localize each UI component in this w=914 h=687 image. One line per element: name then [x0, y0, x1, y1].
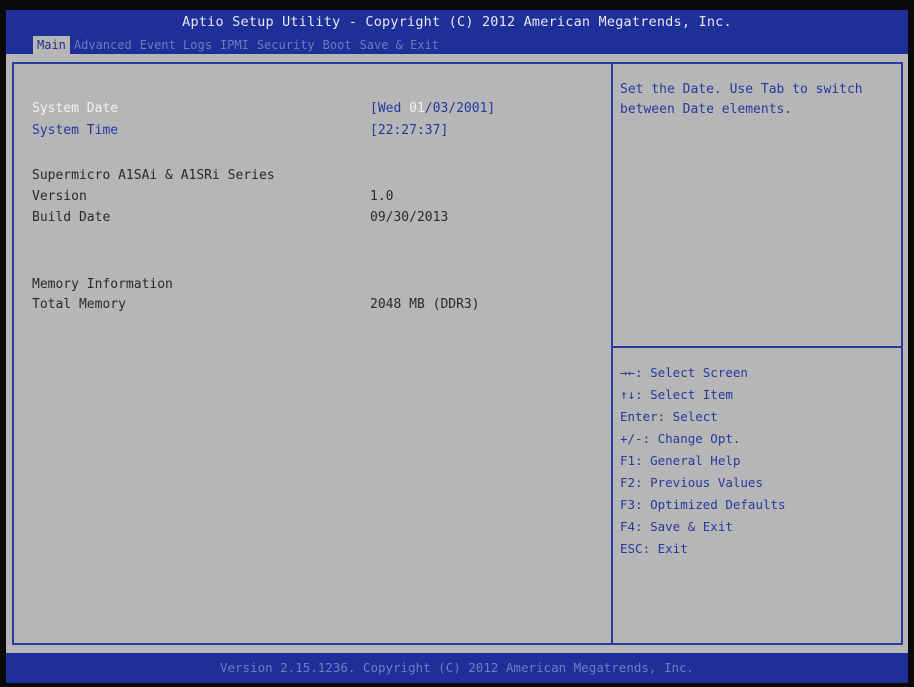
help-text: Set the Date. Use Tab to switch between … [620, 82, 863, 117]
system-date-suffix: /03/2001] [424, 101, 496, 116]
total-memory-label: Total Memory [32, 297, 126, 312]
system-date-label[interactable]: System Date [32, 101, 118, 117]
key-legend: →←: Select Screen ↑↓: Select Item Enter:… [620, 362, 900, 560]
memory-info-heading: Memory Information [32, 277, 173, 292]
build-date-value: 09/30/2013 [370, 210, 449, 225]
tab-main[interactable]: Main [33, 36, 70, 54]
total-memory-value: 2048 MB (DDR3) [370, 297, 480, 312]
key-hint-select-item: ↑↓: Select Item [620, 387, 733, 402]
system-time-label[interactable]: System Time [32, 123, 118, 139]
product-name: Supermicro A1SAi & A1SRi Series [32, 168, 275, 183]
key-hint-previous-values: F2: Previous Values [620, 475, 763, 490]
system-time-field[interactable]: [22:27:37] [370, 123, 448, 139]
tab-ipmi[interactable]: IPMI [216, 36, 253, 54]
version-footer: Version 2.15.1236. Copyright (C) 2012 Am… [219, 660, 695, 675]
version-label: Version [32, 189, 87, 204]
key-hint-enter: Enter: Select [620, 409, 718, 424]
key-hint-change-opt: +/-: Change Opt. [620, 431, 741, 446]
horizontal-divider [613, 346, 901, 348]
system-date-field[interactable]: [Wed 01/03/2001] [370, 101, 495, 117]
key-hint-exit: ESC: Exit [620, 541, 688, 556]
key-hint-select-screen: →←: Select Screen [620, 365, 748, 380]
bios-screen: Aptio Setup Utility - Copyright (C) 2012… [6, 10, 908, 683]
tab-security[interactable]: Security [253, 36, 319, 54]
key-hint-general-help: F1: General Help [620, 453, 741, 468]
system-date-prefix: [Wed [370, 101, 410, 116]
version-value: 1.0 [370, 189, 394, 204]
system-date-month[interactable]: 01 [409, 101, 425, 116]
build-date-label: Build Date [32, 210, 111, 225]
tab-bar: Main Advanced Event Logs IPMI Security B… [33, 36, 443, 54]
status-bar: Version 2.15.1236. Copyright (C) 2012 Am… [6, 653, 908, 683]
key-hint-save-exit: F4: Save & Exit [620, 519, 733, 534]
tab-boot[interactable]: Boot [319, 36, 356, 54]
tab-save-exit[interactable]: Save & Exit [356, 36, 443, 54]
window-title: Aptio Setup Utility - Copyright (C) 2012… [182, 14, 732, 30]
title-bar: Aptio Setup Utility - Copyright (C) 2012… [6, 10, 908, 54]
main-panel: System Date [Wed 01/03/2001] System Time… [12, 62, 903, 645]
vertical-divider [611, 64, 613, 643]
tab-event-logs[interactable]: Event Logs [136, 36, 216, 54]
key-hint-optimized-defaults: F3: Optimized Defaults [620, 497, 786, 512]
tab-advanced[interactable]: Advanced [70, 36, 136, 54]
